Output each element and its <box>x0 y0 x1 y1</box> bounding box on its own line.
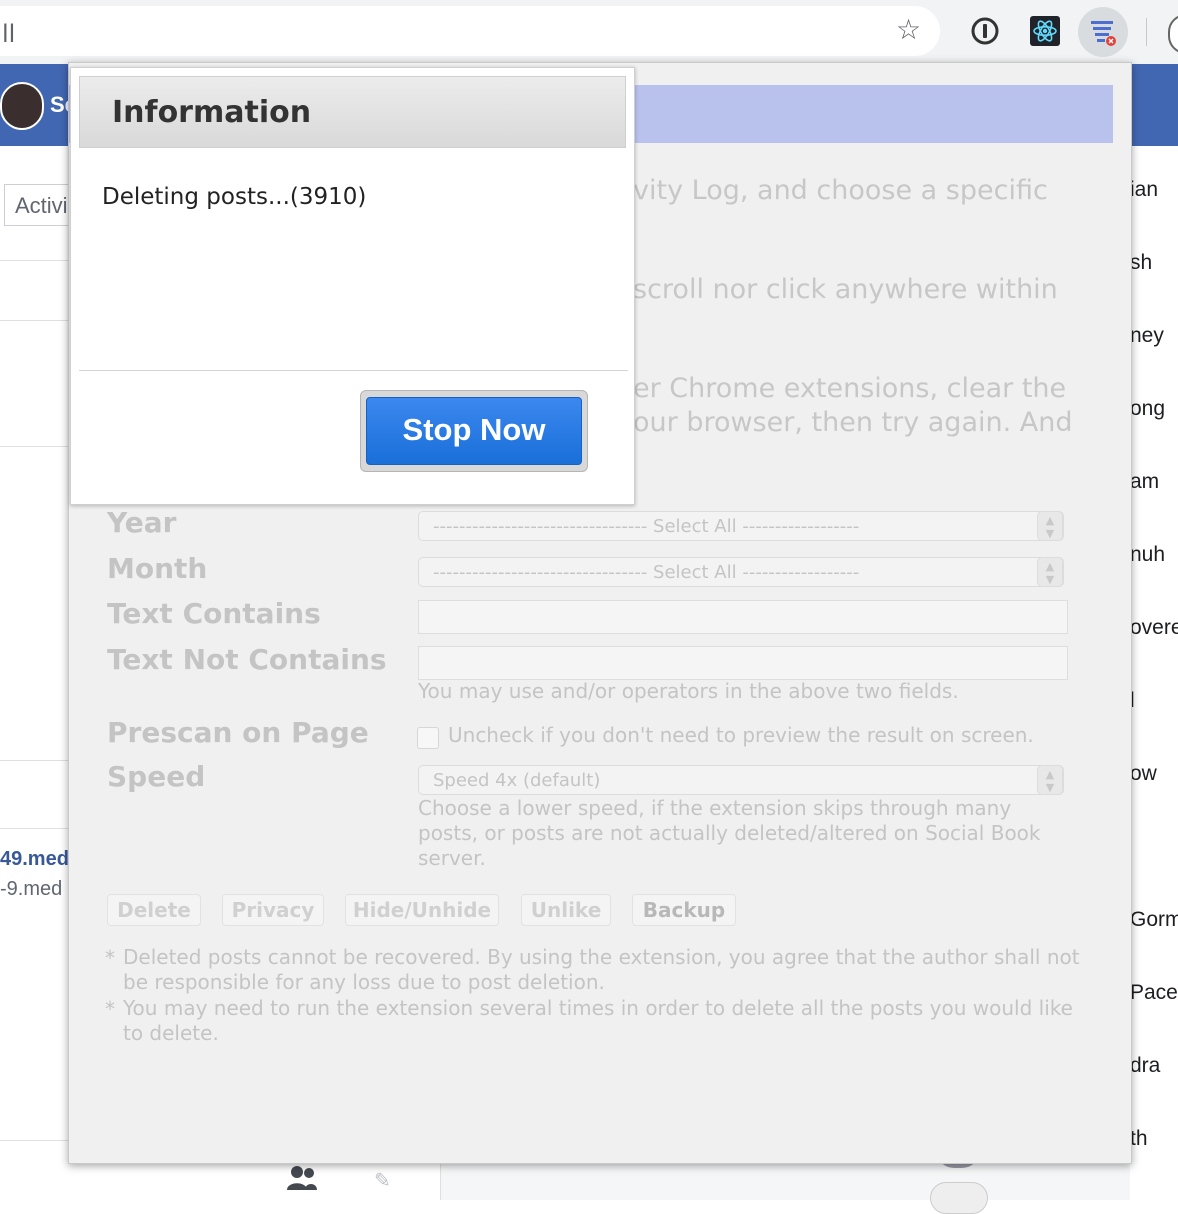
speed-select-value: Speed 4x (default) <box>433 770 601 791</box>
contacts-sidebar <box>1130 146 1178 1200</box>
pencil-icon[interactable]: ✎ <box>374 1168 391 1193</box>
avatar[interactable] <box>930 1182 988 1214</box>
instruction-text: er Chrome extensions, clear the <box>633 373 1067 404</box>
bookmark-star-icon[interactable]: ☆ <box>896 16 921 44</box>
text-not-contains-input[interactable] <box>418 646 1068 680</box>
contact-item[interactable]: overe <box>1130 616 1178 640</box>
divider <box>0 760 70 761</box>
toolbar-separator <box>1146 18 1147 46</box>
instruction-text: scroll nor click anywhere within <box>633 274 1058 305</box>
contact-item[interactable]: ow <box>1130 762 1157 786</box>
select-arrows-icon: ▲ ▼ <box>1037 558 1063 586</box>
profile-avatar[interactable] <box>1168 14 1178 54</box>
divider <box>0 446 70 447</box>
hide-unhide-button[interactable]: Hide/Unhide <box>345 894 499 926</box>
backup-button[interactable]: Backup <box>632 894 736 926</box>
stop-now-button[interactable]: Stop Now <box>366 397 582 465</box>
dialog-title: Information <box>112 95 312 130</box>
contact-item[interactable]: th <box>1130 1127 1148 1151</box>
note-line: to delete. <box>123 1021 219 1045</box>
select-arrows-icon: ▲ ▼ <box>1037 512 1063 540</box>
address-bar-text[interactable]: ll <box>2 20 15 48</box>
browser-toolbar: ll ☆ <box>0 0 1178 64</box>
speed-hint: Choose a lower speed, if the extension s… <box>418 796 1041 871</box>
contact-item[interactable]: dra <box>1130 1054 1160 1078</box>
note-line: Deleted posts cannot be recovered. By us… <box>123 945 1080 969</box>
select-arrows-icon: ▲ ▼ <box>1037 766 1063 794</box>
divider <box>0 1140 70 1141</box>
instruction-text: vity Log, and choose a specific <box>633 175 1048 206</box>
speed-label: Speed <box>107 760 206 793</box>
note-line: be responsible for any loss due to post … <box>123 970 605 994</box>
contact-item[interactable]: ong <box>1130 397 1165 421</box>
delete-button[interactable]: Delete <box>107 894 201 926</box>
year-select[interactable]: --------------------------------- Select… <box>418 511 1064 541</box>
prescan-hint: Uncheck if you don't need to preview the… <box>448 723 1034 747</box>
month-select-value: --------------------------------- Select… <box>433 562 860 583</box>
contact-item[interactable]: ian <box>1130 178 1158 202</box>
speed-hint-line: server. <box>418 846 486 870</box>
text-not-contains-label: Text Not Contains <box>107 643 387 676</box>
dialog-message: Deleting posts...(3910) <box>102 184 367 210</box>
divider <box>0 260 70 261</box>
note-line: You may need to run the extension severa… <box>123 996 1073 1020</box>
social-book-post-manager-icon[interactable] <box>1078 7 1128 57</box>
dialog-header: Information <box>79 76 626 148</box>
friends-icon[interactable] <box>286 1164 318 1197</box>
year-select-value: --------------------------------- Select… <box>433 516 860 537</box>
information-dialog: Information Deleting posts...(3910) Stop… <box>70 67 635 505</box>
divider <box>0 828 70 829</box>
speed-hint-line: Choose a lower speed, if the extension s… <box>418 796 1012 820</box>
contact-item[interactable]: nuh <box>1130 543 1165 567</box>
speed-select[interactable]: Speed 4x (default) ▲ ▼ <box>418 765 1064 795</box>
text-contains-input[interactable] <box>418 600 1068 634</box>
speed-hint-line: posts, or posts are not actually deleted… <box>418 821 1041 845</box>
contact-item[interactable]: am <box>1130 470 1159 494</box>
month-select[interactable]: --------------------------------- Select… <box>418 557 1064 587</box>
prescan-checkbox[interactable] <box>417 727 439 749</box>
divider <box>79 370 628 371</box>
divider <box>0 320 70 321</box>
note-bullet: * <box>105 946 115 970</box>
year-label: Year <box>107 506 177 539</box>
unlike-button[interactable]: Unlike <box>521 894 611 926</box>
instruction-text: our browser, then try again. And <box>633 407 1073 438</box>
post-link-secondary[interactable]: -9.med <box>0 878 62 901</box>
note-bullet: * <box>105 997 115 1021</box>
contact-item[interactable]: ney <box>1130 324 1164 348</box>
privacy-button[interactable]: Privacy <box>222 894 324 926</box>
month-label: Month <box>107 552 208 585</box>
contact-item[interactable]: Pace <box>1130 981 1178 1005</box>
note-text: You may need to run the extension severa… <box>123 996 1073 1046</box>
react-devtools-icon[interactable] <box>1030 16 1060 46</box>
contact-item[interactable]: sh <box>1130 251 1152 275</box>
facebook-left-column <box>0 146 70 1200</box>
avatar[interactable] <box>0 82 44 130</box>
prescan-label: Prescan on Page <box>107 716 369 749</box>
onepassword-icon[interactable] <box>970 16 1000 46</box>
address-bar[interactable]: ll <box>0 6 940 56</box>
contact-item[interactable]: Gorma <box>1130 908 1178 932</box>
note-text: Deleted posts cannot be recovered. By us… <box>123 945 1080 995</box>
text-contains-label: Text Contains <box>107 597 321 630</box>
operators-hint: You may use and/or operators in the abov… <box>418 679 959 703</box>
post-link[interactable]: 49.med <box>0 848 69 871</box>
